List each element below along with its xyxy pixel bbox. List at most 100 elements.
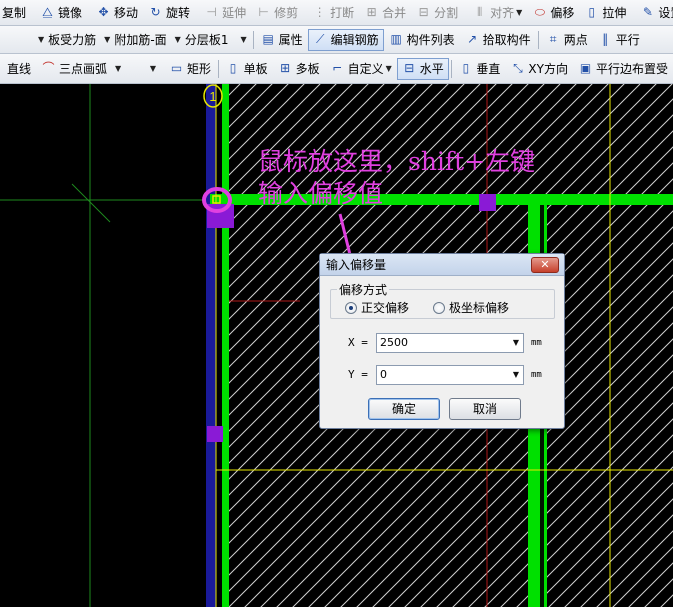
extra-rebar-combo[interactable]: ▼ 附加筋-面: [100, 29, 171, 51]
properties-button[interactable]: ▤ 属性: [256, 29, 308, 51]
toolbar-separator: [218, 59, 219, 78]
multi-slab-icon: ⊞: [280, 61, 291, 75]
column-block: [207, 426, 223, 442]
dialog-close-button[interactable]: ✕: [531, 257, 559, 273]
component-list-icon: ▥: [390, 32, 402, 46]
single-slab-icon: ▯: [229, 61, 237, 75]
three-point-arc-button[interactable]: ⌒ 三点画弧 ▼: [36, 58, 126, 80]
rectangle-button[interactable]: ▭ 矩形: [164, 58, 216, 80]
xy-direction-icon: ⤡: [513, 61, 523, 75]
rebar-toolbar: ▼ 板受力筋 ▼ 附加筋-面 ▼ 分层板1 ▼ ▤ 属性 ⟋ 编辑钢筋 ▥ 构件…: [0, 26, 673, 54]
radio-dot-selected: [345, 301, 357, 314]
edit-rebar-icon: ⟋: [315, 32, 325, 46]
offset-icon: ⬭: [534, 5, 545, 19]
two-point-button[interactable]: ⌗ 两点: [541, 29, 593, 51]
y-label: Y =: [348, 368, 368, 381]
arc-icon: ⌒: [42, 61, 55, 75]
modify-toolbar: 复制 ⧋ 镜像 ✥ 移动 ↻ 旋转 ⊣ 延伸 ⊢ 修剪 ⋮ 打断 ⊞ 合并 ⊟ …: [0, 0, 673, 26]
ok-button[interactable]: 确定: [368, 398, 440, 420]
mirror-icon: ⧋: [42, 5, 53, 19]
parallel-button[interactable]: ‖ 平行: [593, 29, 645, 51]
layer-combo[interactable]: ▼ 分层板1 ▼: [171, 29, 251, 51]
y-offset-input[interactable]: 0 ▼: [376, 365, 524, 385]
component-list-button[interactable]: ▥ 构件列表: [384, 29, 460, 51]
blank-combo[interactable]: ▼: [126, 58, 164, 80]
pick-icon: ↗: [467, 32, 478, 46]
line-button[interactable]: 直线: [2, 58, 36, 80]
split-button[interactable]: ⊟ 分割: [411, 2, 463, 24]
custom-icon: ⌐: [332, 61, 343, 75]
wall-left: [222, 84, 229, 607]
chevron-down-icon: ▼: [104, 35, 111, 44]
rotate-icon: ↻: [150, 5, 161, 19]
left-beam: [206, 84, 216, 607]
multi-slab-button[interactable]: ⊞ 多板: [273, 58, 325, 80]
copy-button[interactable]: 复制: [0, 2, 31, 24]
extend-icon: ⊣: [206, 5, 217, 19]
single-slab-button[interactable]: ▯ 单板: [221, 58, 273, 80]
move-icon: ✥: [98, 5, 109, 19]
chevron-down-icon: ▼: [149, 64, 156, 73]
edit-rebar-button[interactable]: ⟋ 编辑钢筋: [307, 28, 384, 51]
horizontal-button[interactable]: ⊟ 水平: [396, 57, 449, 80]
axis-marker-label: 1: [209, 89, 216, 104]
parallel-icon: ‖: [602, 32, 609, 46]
pick-component-button[interactable]: ↗ 拾取构件: [460, 29, 536, 51]
vertical-button[interactable]: ▯ 垂直: [453, 58, 505, 80]
stretch-button[interactable]: ▯ 拉伸: [579, 2, 631, 24]
radio-dot: [433, 301, 445, 314]
dialog-title: 输入偏移量: [326, 258, 387, 272]
split-icon: ⊟: [418, 5, 429, 19]
rectangle-icon: ▭: [170, 61, 183, 75]
ortho-offset-radio[interactable]: 正交偏移: [345, 299, 409, 316]
offset-mode-label: 偏移方式: [339, 283, 388, 297]
dialog-titlebar[interactable]: 输入偏移量 ✕: [320, 254, 564, 276]
chevron-down-icon: ▼: [516, 8, 523, 17]
chevron-down-icon: ▼: [115, 64, 122, 73]
cancel-button[interactable]: 取消: [449, 398, 521, 420]
chevron-down-icon: ▼: [385, 64, 392, 73]
move-button[interactable]: ✥ 移动: [91, 2, 143, 24]
toolbar-separator: [252, 30, 254, 49]
cad-app-window: 复制 ⧋ 镜像 ✥ 移动 ↻ 旋转 ⊣ 延伸 ⊢ 修剪 ⋮ 打断 ⊞ 合并 ⊟ …: [0, 0, 673, 607]
trim-button[interactable]: ⊢ 修剪: [251, 2, 303, 24]
break-icon: ⋮: [313, 5, 326, 19]
parallel-edge-button[interactable]: ▣ 平行边布置受: [573, 58, 673, 80]
chevron-down-icon[interactable]: ▼: [513, 334, 519, 352]
chevron-down-icon: ▼: [38, 35, 45, 44]
draw-toolbar: 直线 ⌒ 三点画弧 ▼ ▼ ▭ 矩形 ▯ 单板 ⊞ 多板 ⌐ 自定义 ▼ ⊟ 水…: [0, 54, 673, 84]
extend-button[interactable]: ⊣ 延伸: [199, 2, 251, 24]
custom-button[interactable]: ⌐ 自定义 ▼: [325, 58, 397, 80]
y-unit: mm: [531, 370, 542, 380]
pencil-icon: ✎: [642, 5, 653, 19]
chevron-down-icon: ▼: [174, 35, 181, 44]
chevron-down-icon: ▼: [240, 35, 247, 44]
trim-icon: ⊢: [258, 5, 269, 19]
set-grip-button[interactable]: ✎ 设置夹: [635, 2, 673, 24]
rotate-button[interactable]: ↻ 旋转: [143, 2, 195, 24]
break-button[interactable]: ⋮ 打断: [307, 2, 359, 24]
horizontal-icon: ⊟: [404, 61, 415, 75]
annotation-line-1: 鼠标放这里，shift+左键: [258, 147, 536, 176]
vertical-icon: ▯: [462, 61, 470, 75]
properties-icon: ▤: [262, 32, 274, 46]
chevron-down-icon[interactable]: ▼: [513, 366, 519, 384]
two-point-icon: ⌗: [549, 32, 557, 46]
annotation-text: 鼠标放这里，shift+左键 输入偏移值: [258, 146, 535, 210]
close-icon: ✕: [540, 258, 550, 271]
mirror-button[interactable]: ⧋ 镜像: [35, 2, 87, 24]
x-unit: mm: [531, 338, 542, 348]
align-button[interactable]: ⫴ 对齐 ▼: [467, 2, 527, 24]
merge-icon: ⊞: [366, 5, 377, 19]
stretch-icon: ▯: [588, 5, 596, 19]
merge-button[interactable]: ⊞ 合并: [359, 2, 411, 24]
polar-offset-radio[interactable]: 极坐标偏移: [433, 299, 509, 316]
x-label: X =: [348, 336, 368, 349]
rebar-type-combo[interactable]: ▼ 板受力筋: [34, 29, 100, 51]
x-offset-input[interactable]: 2500 ▼: [376, 333, 524, 353]
line-label: 直线: [7, 62, 32, 76]
align-icon: ⫴: [477, 5, 483, 19]
offset-button[interactable]: ⬭ 偏移: [527, 2, 579, 24]
xy-direction-button[interactable]: ⤡ XY方向: [505, 58, 573, 80]
toolbar-separator: [450, 59, 452, 78]
